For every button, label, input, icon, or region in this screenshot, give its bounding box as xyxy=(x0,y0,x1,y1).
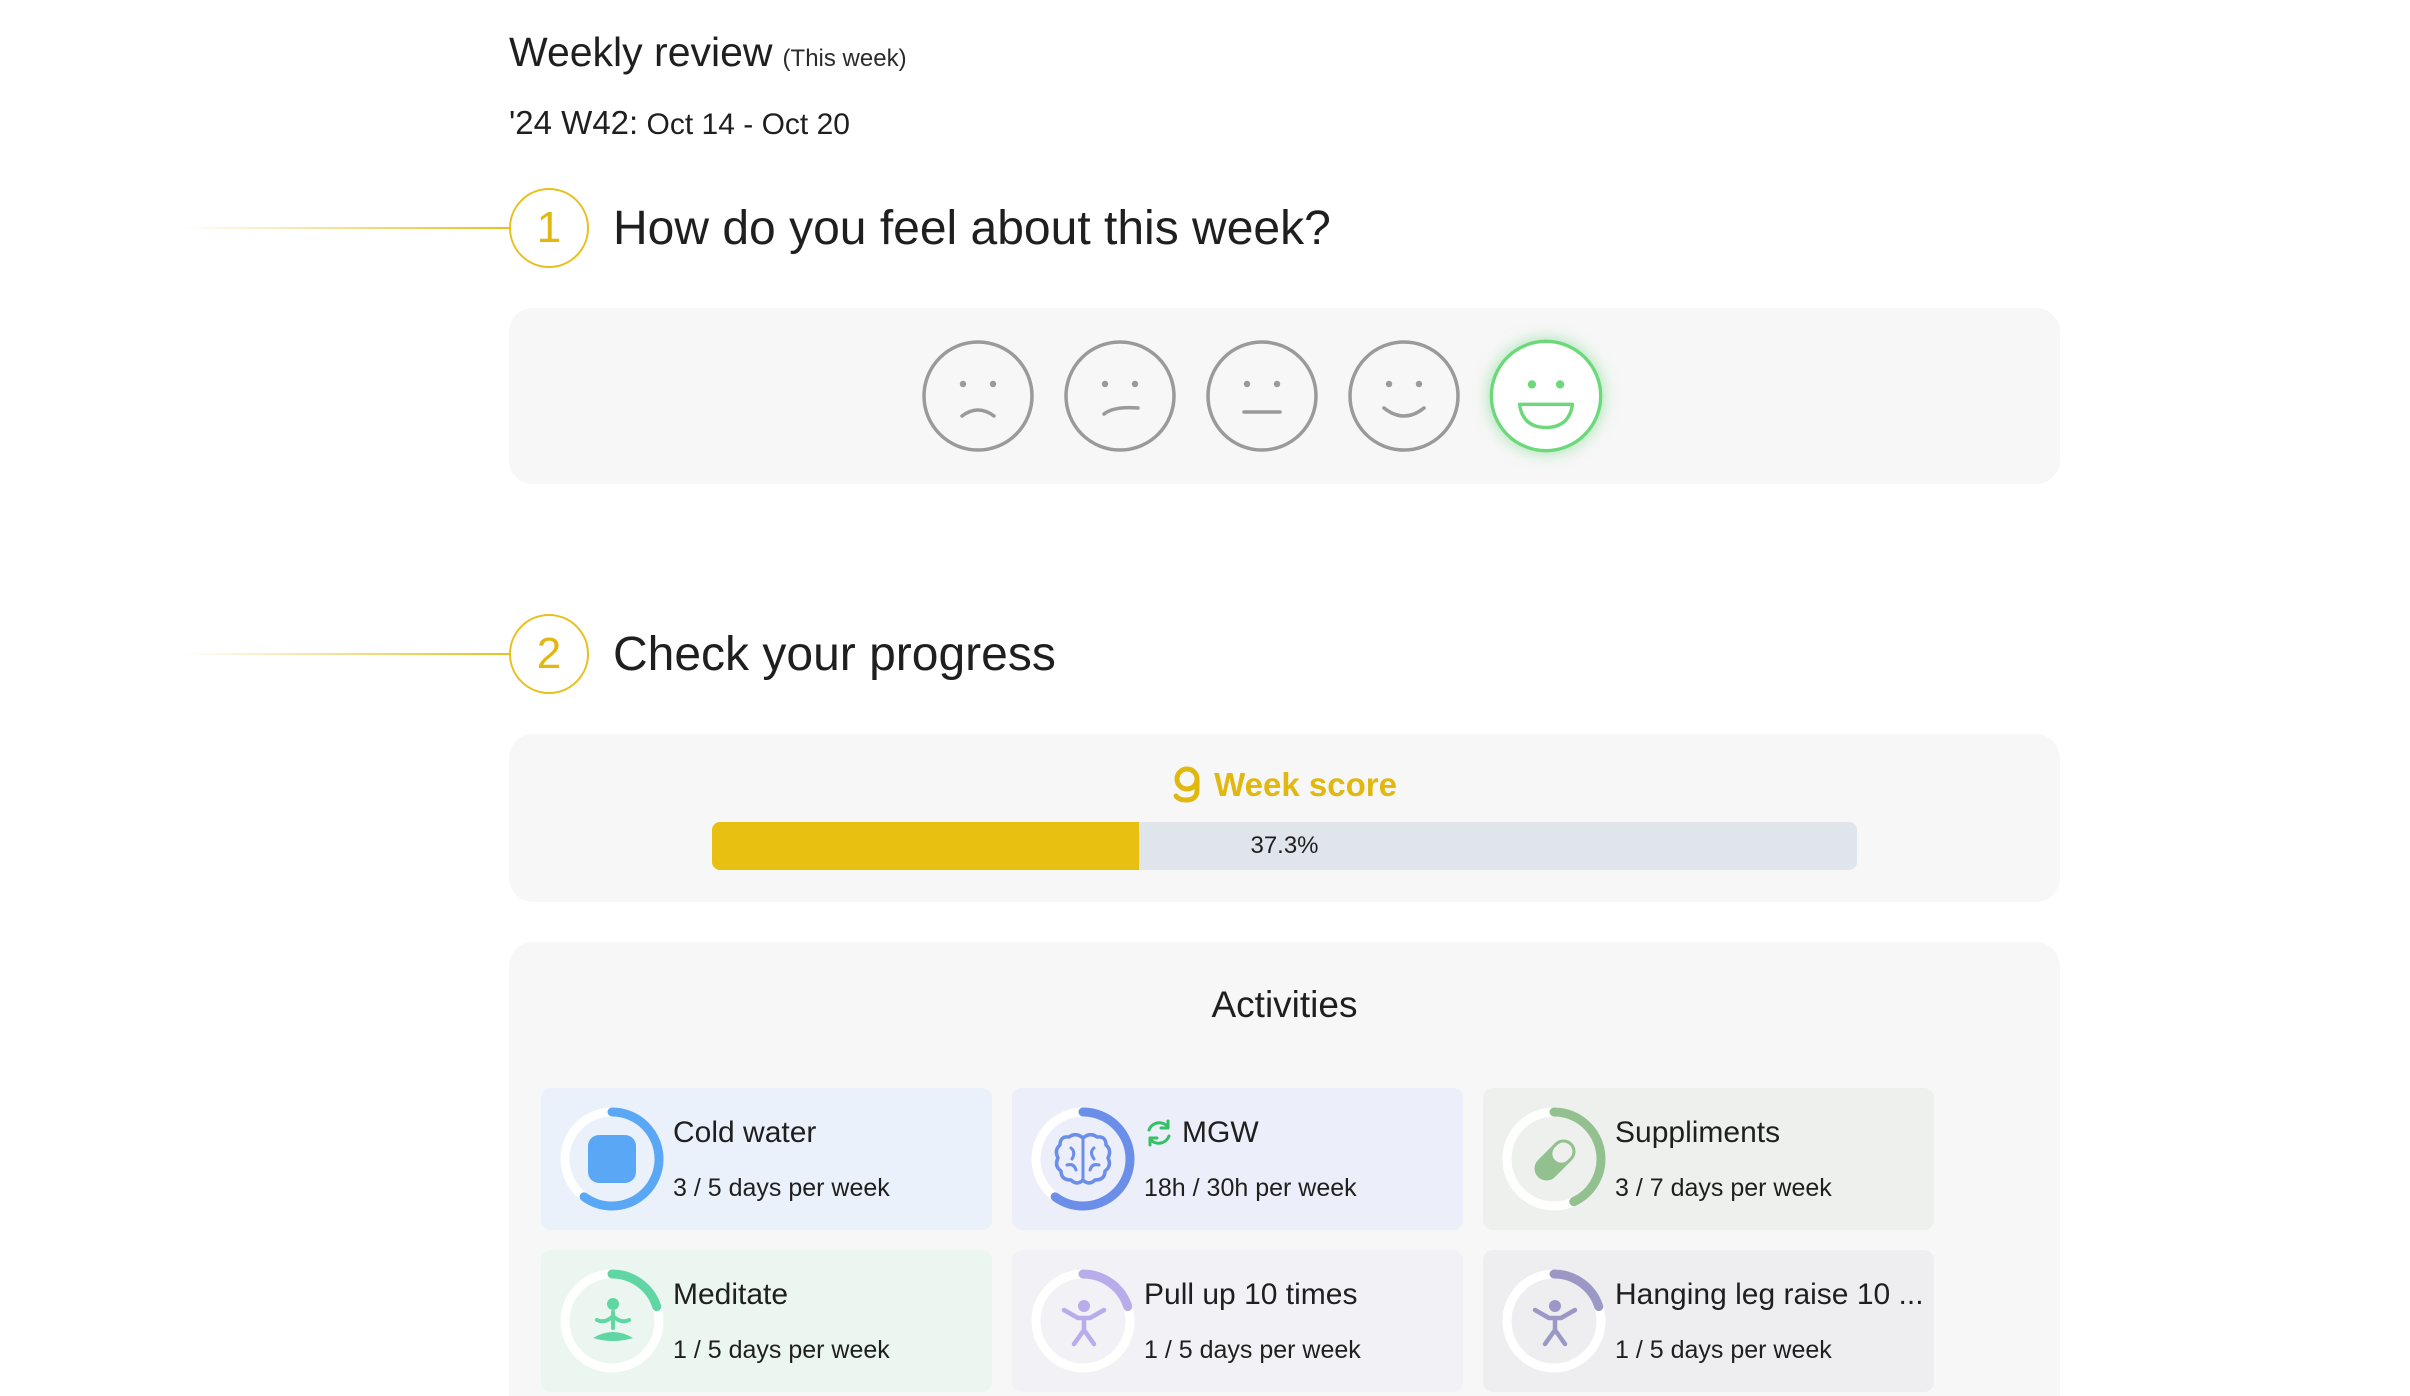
step-number-badge: 1 xyxy=(509,188,589,268)
smile-face-icon xyxy=(1348,340,1460,452)
week-score-label: Week score xyxy=(1214,766,1397,803)
page-title-text: Weekly review xyxy=(509,29,773,75)
activity-name: Cold water xyxy=(673,1116,817,1149)
activities-title: Activities xyxy=(1211,984,1358,1025)
week-code: '24 W42: xyxy=(509,104,639,141)
activity-card-meditate[interactable]: Meditate 1 / 5 days per week xyxy=(541,1250,992,1392)
step-title: How do you feel about this week? xyxy=(613,201,1331,255)
activity-card-pull-up[interactable]: Pull up 10 times 1 / 5 days per week xyxy=(1012,1250,1463,1392)
mood-grin-button[interactable] xyxy=(1488,338,1604,454)
activity-progress-text: 3 / 5 days per week xyxy=(673,1174,890,1202)
step-title: Check your progress xyxy=(613,627,1056,681)
step-2-heading: 2 Check your progress xyxy=(180,613,1056,695)
week-label: '24 W42: Oct 14 - Oct 20 xyxy=(509,105,907,143)
brain-icon xyxy=(1054,1133,1112,1185)
review-header: Weekly review (This week) '24 W42: Oct 1… xyxy=(509,28,907,143)
week-score-progress-bar: 37.3% xyxy=(712,822,1857,870)
sad-face-icon xyxy=(922,340,1034,452)
activity-card-suppliments[interactable]: Suppliments 3 / 7 days per week xyxy=(1483,1088,1934,1230)
pill-icon xyxy=(1534,1139,1576,1181)
activity-name: MGW xyxy=(1144,1116,1259,1150)
mood-panel xyxy=(509,308,2060,484)
page-title-sub: (This week) xyxy=(782,45,907,72)
week-score-panel: Week score 37.3% xyxy=(509,734,2060,902)
activity-card-mgw[interactable]: MGW 18h / 30h per week xyxy=(1012,1088,1463,1230)
activity-card-hanging-leg-raise[interactable]: Hanging leg raise 10 ... 1 / 5 days per … xyxy=(1483,1250,1934,1392)
activity-name: Pull up 10 times xyxy=(1144,1278,1358,1311)
mood-smile-button[interactable] xyxy=(1346,338,1462,454)
weekly-review-page: Weekly review (This week) '24 W42: Oct 1… xyxy=(0,0,2410,1396)
step-connector-line xyxy=(180,653,509,655)
activity-progress-text: 18h / 30h per week xyxy=(1144,1174,1357,1202)
step-number-badge: 2 xyxy=(509,614,589,694)
week-range: Oct 14 - Oct 20 xyxy=(646,108,850,141)
activity-progress-text: 1 / 5 days per week xyxy=(1615,1336,1832,1364)
neutral-face-icon xyxy=(1206,340,1318,452)
mood-sad-button[interactable] xyxy=(920,338,1036,454)
mood-selector xyxy=(920,338,1604,454)
activity-name: Suppliments xyxy=(1615,1116,1781,1149)
activity-name: Meditate xyxy=(673,1278,789,1311)
activities-panel: Activities Cold water 3 / 5 days per wee… xyxy=(509,942,2060,1396)
confused-face-icon xyxy=(1064,340,1176,452)
g-logo-icon xyxy=(1173,766,1200,803)
step-connector-line xyxy=(180,227,509,229)
week-score-title: Week score xyxy=(509,766,2060,804)
square-icon xyxy=(588,1135,636,1183)
week-score-value: 37.3% xyxy=(1250,832,1319,859)
refresh-icon xyxy=(1147,1119,1171,1147)
activity-progress-text: 1 / 5 days per week xyxy=(1144,1336,1361,1364)
leg-raise-icon xyxy=(1532,1300,1578,1347)
page-title: Weekly review (This week) xyxy=(509,28,907,83)
mood-confused-button[interactable] xyxy=(1062,338,1178,454)
activity-progress-text: 3 / 7 days per week xyxy=(1615,1174,1832,1202)
meditation-icon xyxy=(593,1298,633,1341)
pullup-icon xyxy=(1061,1300,1107,1347)
grin-face-icon xyxy=(1489,339,1603,453)
activity-card-cold-water[interactable]: Cold water 3 / 5 days per week xyxy=(541,1088,992,1230)
activity-name: Hanging leg raise 10 ... xyxy=(1615,1278,1924,1311)
mood-neutral-button[interactable] xyxy=(1204,338,1320,454)
activity-progress-text: 1 / 5 days per week xyxy=(673,1336,890,1364)
step-1-heading: 1 How do you feel about this week? xyxy=(180,187,1331,269)
